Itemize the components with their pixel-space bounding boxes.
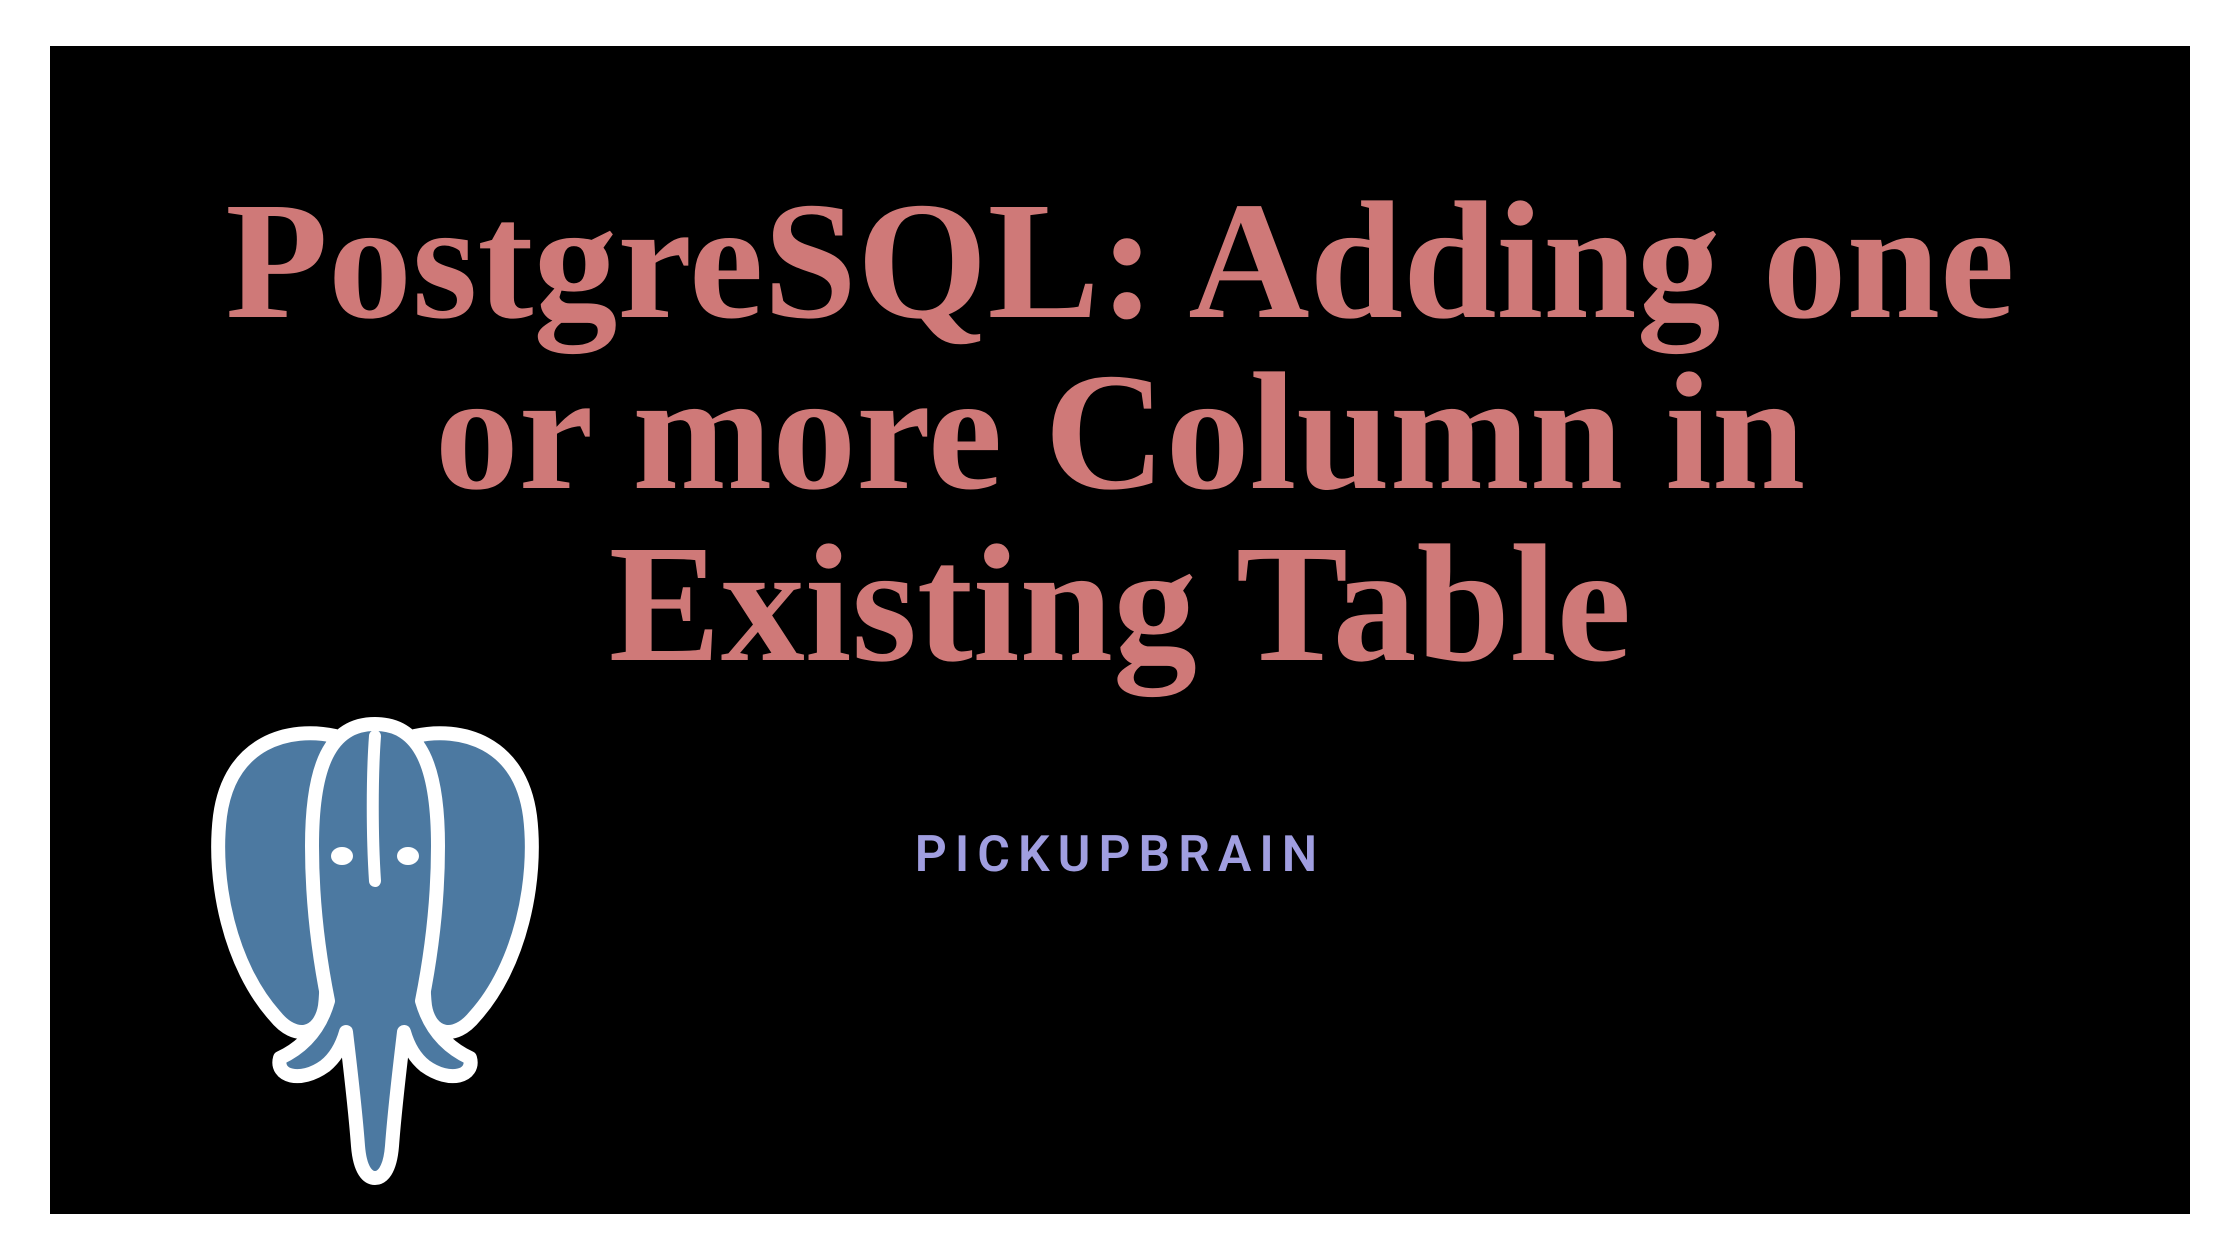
elephant-icon xyxy=(200,706,550,1186)
page-container: PostgreSQL: Adding one or more Column in… xyxy=(0,0,2240,1260)
slide-title: PostgreSQL: Adding one or more Column in… xyxy=(50,176,2190,690)
slide: PostgreSQL: Adding one or more Column in… xyxy=(50,46,2190,1214)
postgresql-logo-icon xyxy=(200,706,550,1186)
